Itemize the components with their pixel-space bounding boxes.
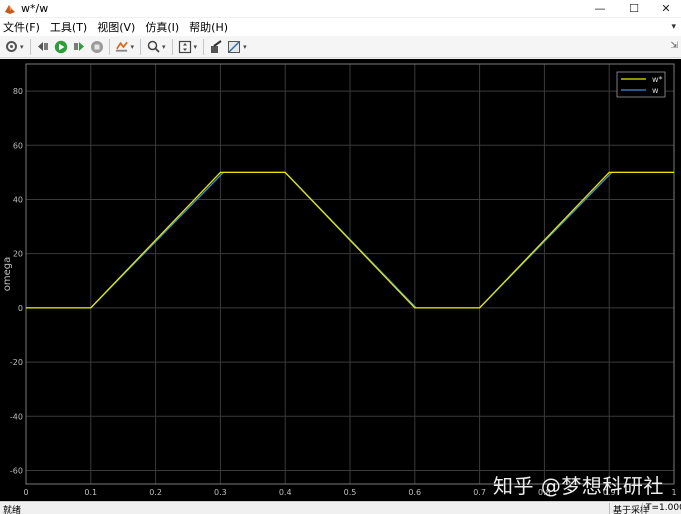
y-tick-label: 0 (18, 304, 23, 313)
legend[interactable]: w* w (616, 71, 666, 98)
status-ready: 就绪 (3, 506, 22, 514)
y-tick-label: 20 (13, 250, 23, 259)
cursor-measurement-icon[interactable] (227, 40, 241, 54)
legend-label-w-star: w* (652, 75, 663, 84)
step-back-icon[interactable] (36, 40, 50, 54)
measurement-dropdown-icon[interactable]: ▾ (243, 43, 247, 51)
tick-labels: 0 0.1 0.2 0.3 0.4 0.5 0.6 0.7 0.8 0.9 1-60-40-2002… (10, 87, 677, 497)
toolbar-separator (203, 38, 205, 55)
zoom-dropdown-icon[interactable]: ▾ (162, 43, 166, 51)
x-tick-label: 0.2 (149, 488, 162, 497)
menu-help[interactable]: 帮助(H) (189, 19, 234, 35)
toolbar-separator (29, 38, 31, 55)
stop-icon[interactable] (90, 40, 104, 54)
settings-dropdown-icon[interactable]: ▾ (20, 43, 24, 51)
fit-dropdown-icon[interactable]: ▾ (194, 43, 198, 51)
x-tick-label: 0.3 (214, 488, 227, 497)
menu-file[interactable]: 文件(F) (3, 19, 46, 35)
y-tick-label: 40 (13, 195, 23, 204)
style-icon[interactable] (209, 39, 223, 54)
y-axis-label: omega (2, 257, 13, 292)
step-forward-icon[interactable] (72, 40, 86, 54)
settings-icon[interactable] (4, 40, 18, 54)
y-tick-label: 80 (13, 87, 23, 96)
title-bar: w*/w — ☐ ✕ (0, 0, 681, 17)
run-icon[interactable] (54, 40, 68, 54)
menu-expand-icon[interactable]: ▾ (671, 22, 676, 32)
menu-bar: 文件(F) 工具(T) 视图(V) 仿真(I) 帮助(H) ▾ (0, 18, 681, 36)
x-tick-label: 0.4 (279, 488, 292, 497)
legend-label-w: w (652, 86, 659, 95)
zoom-icon[interactable] (146, 40, 160, 54)
scope-plot[interactable]: 0 0.1 0.2 0.3 0.4 0.5 0.6 0.7 0.8 0.9 1-60-40-2002… (0, 59, 681, 501)
window-controls: — ☐ ✕ (583, 0, 681, 17)
menu-simulation[interactable]: 仿真(I) (145, 19, 185, 35)
y-tick-label: -40 (10, 412, 23, 421)
highlight-dropdown-icon[interactable]: ▾ (131, 43, 135, 51)
minimize-button[interactable]: — (583, 0, 617, 17)
y-tick-label: 60 (13, 141, 23, 150)
window-title: w*/w (21, 2, 49, 15)
y-tick-label: -20 (10, 358, 23, 367)
toolbar: ▾ ▾ ▾ ▾ ▾ ⇲ (0, 36, 681, 58)
status-bar: 就绪 基于采样 T=1.000 (0, 501, 681, 514)
x-tick-label: 0 (23, 488, 28, 497)
close-button[interactable]: ✕ (651, 0, 681, 17)
undock-icon[interactable]: ⇲ (670, 41, 678, 51)
fit-to-view-icon[interactable] (178, 40, 192, 54)
highlight-icon[interactable] (115, 40, 129, 54)
menu-tools[interactable]: 工具(T) (50, 19, 93, 35)
x-tick-label: 0.7 (473, 488, 486, 497)
watermark-text: 知乎 @梦想科研社 (493, 474, 664, 498)
x-tick-label: 1 (671, 488, 676, 497)
y-tick-label: -60 (10, 466, 23, 475)
matlab-logo-icon (5, 4, 15, 14)
maximize-button[interactable]: ☐ (617, 0, 651, 17)
x-tick-label: 0.5 (344, 488, 357, 497)
x-tick-label: 0.1 (84, 488, 97, 497)
x-tick-label: 0.6 (408, 488, 421, 497)
toolbar-separator (140, 38, 142, 55)
menu-view[interactable]: 视图(V) (97, 19, 141, 35)
toolbar-separator (108, 38, 110, 55)
toolbar-separator (171, 38, 173, 55)
status-sim-time: T=1.000 (642, 503, 681, 513)
